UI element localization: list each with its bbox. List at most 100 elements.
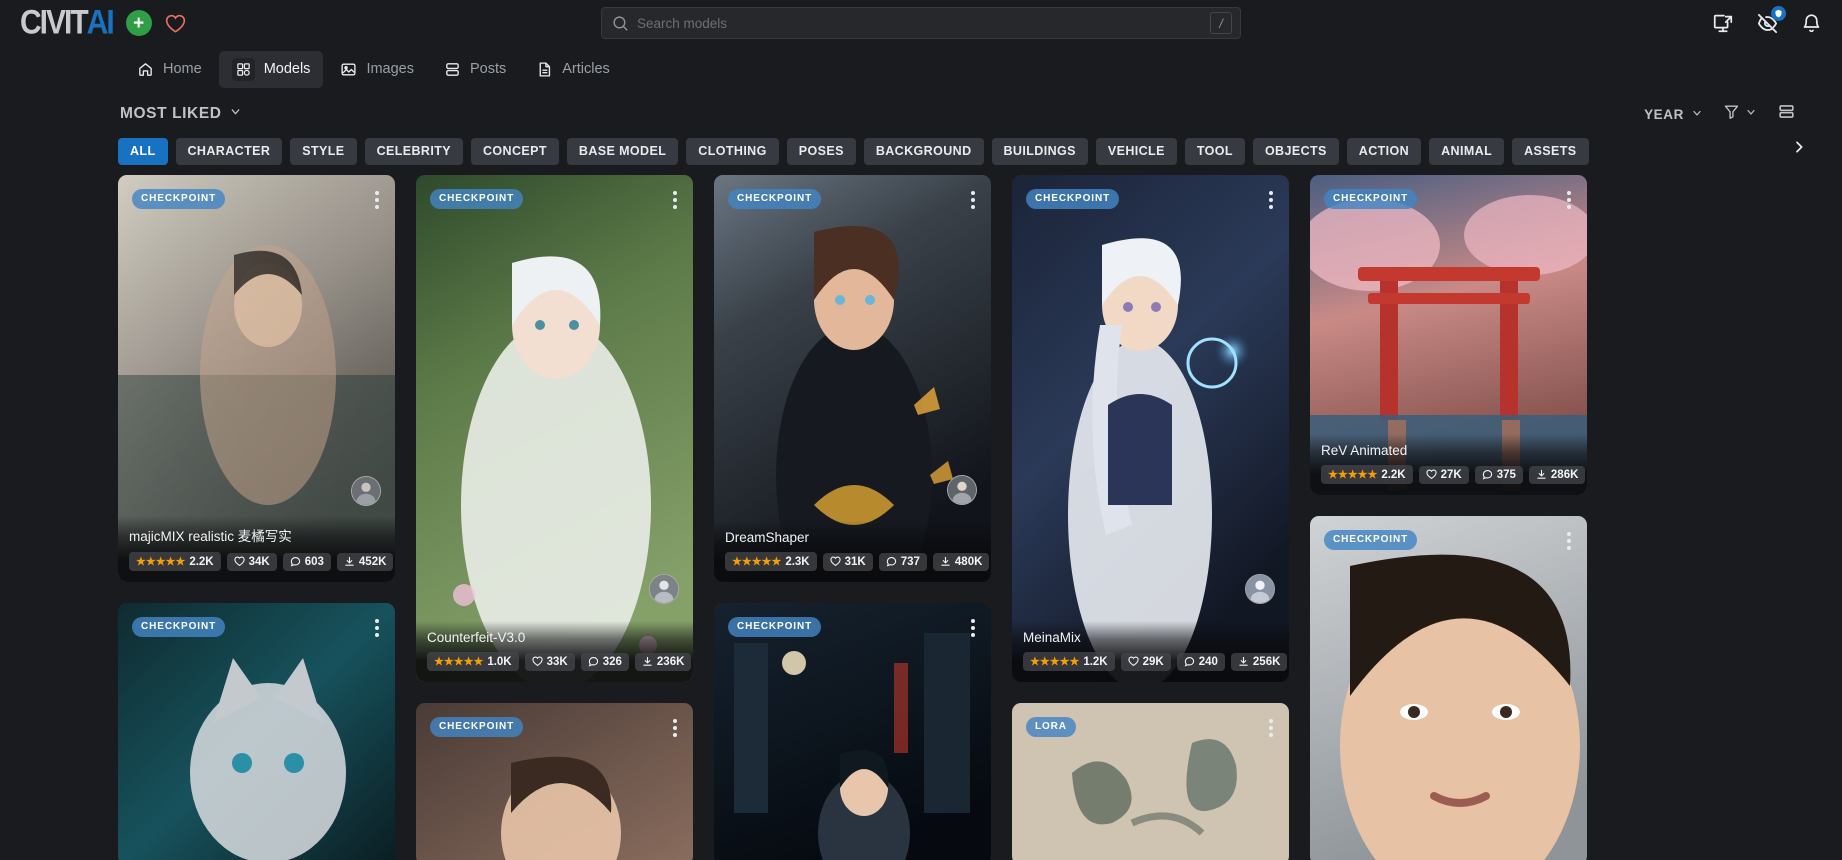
avatar[interactable] — [1245, 574, 1275, 604]
model-grid: CHECKPOINT majicMIX realistic 麦橘写实 ★★★★★… — [0, 175, 1842, 860]
search-input[interactable] — [637, 15, 1202, 31]
nav-tab-images[interactable]: Images — [327, 54, 427, 85]
category-chip-concept[interactable]: CONCEPT — [471, 138, 559, 165]
more-options-icon[interactable] — [1563, 528, 1575, 554]
nav-tab-models[interactable]: Models — [218, 50, 324, 88]
category-chip-background[interactable]: BACKGROUND — [863, 138, 984, 165]
download-icon — [344, 556, 355, 567]
avatar[interactable] — [649, 574, 679, 604]
more-options-icon[interactable] — [967, 187, 979, 213]
heart-icon — [829, 556, 841, 567]
more-options-icon[interactable] — [669, 715, 681, 741]
home-icon — [137, 61, 154, 78]
likes-stat: 29K — [1120, 652, 1171, 671]
likes-count: 31K — [844, 555, 866, 568]
category-chip-objects[interactable]: OBJECTS — [1252, 138, 1339, 165]
likes-stat: 33K — [524, 652, 575, 671]
downloads-stat: 256K — [1230, 652, 1288, 671]
category-filter-bar: ALL CHARACTER STYLE CELEBRITY CONCEPT BA… — [0, 130, 1842, 175]
more-options-icon[interactable] — [371, 187, 383, 213]
search-box[interactable]: / — [601, 7, 1241, 39]
model-card-meinamix[interactable]: CHECKPOINT MeinaMix ★★★★★ 1.2K 29K 240 2… — [1012, 175, 1289, 682]
nav-tab-articles-label: Articles — [562, 61, 610, 77]
category-chip-celebrity[interactable]: CELEBRITY — [364, 138, 463, 165]
more-options-icon[interactable] — [1563, 187, 1575, 213]
category-chip-action[interactable]: ACTION — [1346, 138, 1422, 165]
more-options-icon[interactable] — [1265, 715, 1277, 741]
model-title: MeinaMix — [1023, 630, 1081, 645]
rating-count: 1.0K — [487, 655, 512, 668]
category-chip-character[interactable]: CHARACTER — [175, 138, 283, 165]
comments-count: 603 — [304, 555, 324, 568]
comment-icon — [1184, 656, 1195, 667]
nav-tab-posts[interactable]: Posts — [431, 54, 519, 85]
create-button[interactable]: + — [125, 10, 152, 36]
filter-button[interactable] — [1723, 103, 1757, 125]
comment-icon — [290, 556, 301, 567]
model-card-image — [714, 603, 991, 860]
rating-count: 2.3K — [785, 555, 810, 568]
category-chip-assets[interactable]: ASSETS — [1512, 138, 1589, 165]
category-chip-buildings[interactable]: BUILDINGS — [991, 138, 1088, 165]
search-icon — [612, 15, 629, 32]
more-options-icon[interactable] — [967, 615, 979, 641]
period-selector[interactable]: YEAR — [1644, 107, 1703, 122]
top-actions — [1712, 5, 1822, 35]
category-chip-base-model[interactable]: BASE MODEL — [566, 138, 679, 165]
category-chip-tool[interactable]: TOOL — [1184, 138, 1245, 165]
sort-selector[interactable]: MOST LIKED — [120, 105, 242, 123]
model-card-8[interactable]: CHECKPOINT — [714, 603, 991, 860]
category-chip-poses[interactable]: POSES — [786, 138, 856, 165]
avatar[interactable] — [947, 475, 977, 505]
model-card-6[interactable]: CHECKPOINT — [118, 603, 395, 860]
layout-toggle-button[interactable] — [1777, 102, 1796, 126]
more-options-icon[interactable] — [371, 615, 383, 641]
category-chip-style[interactable]: STYLE — [290, 138, 357, 165]
star-icon: ★★★★★ — [732, 556, 782, 568]
nav-tab-home-label: Home — [163, 61, 202, 77]
category-chip-vehicle[interactable]: VEHICLE — [1095, 138, 1177, 165]
model-type-badge: CHECKPOINT — [132, 189, 226, 209]
notifications-button[interactable] — [1801, 13, 1822, 34]
category-chip-clothing[interactable]: CLOTHING — [686, 138, 779, 165]
model-type-badge: CHECKPOINT — [1324, 530, 1418, 550]
rating-count: 1.2K — [1083, 655, 1108, 668]
chevron-down-icon — [1745, 105, 1757, 123]
heart-icon — [1425, 469, 1437, 480]
star-icon: ★★★★★ — [1328, 469, 1378, 481]
main-nav: Home Models Images Posts Articles — [0, 46, 1842, 92]
model-card-majicmix[interactable]: CHECKPOINT majicMIX realistic 麦橘写实 ★★★★★… — [118, 175, 395, 582]
model-card-counterfeit[interactable]: CHECKPOINT Counterfeit-V3.0 ★★★★★ 1.0K 3… — [416, 175, 693, 682]
rating-count: 2.2K — [189, 555, 214, 568]
toolbar-right: YEAR — [1644, 102, 1796, 126]
downloads-count: 236K — [656, 655, 685, 668]
hidden-content-toggle[interactable] — [1756, 5, 1786, 35]
avatar[interactable] — [351, 476, 381, 506]
download-icon — [940, 556, 951, 567]
civitai-logo[interactable]: CIVIT AI — [20, 5, 115, 40]
favorites-button[interactable] — [165, 14, 186, 33]
heart-icon — [233, 556, 245, 567]
model-stats: ★★★★★ 1.0K 33K 326 236K — [427, 652, 692, 671]
model-card-revanimated[interactable]: CHECKPOINT ReV Animated ★★★★★ 2.2K 27K 3 — [1310, 175, 1587, 495]
downloads-count: 256K — [1252, 655, 1281, 668]
model-card-footer: majicMIX realistic 麦橘写实 ★★★★★ 2.2K 34K 6… — [118, 516, 395, 582]
chevron-right-icon[interactable] — [1786, 139, 1812, 159]
model-card-7[interactable]: CHECKPOINT — [416, 703, 693, 860]
model-card-9[interactable]: LORA — [1012, 703, 1289, 860]
downloads-count: 286K — [1550, 468, 1579, 481]
more-options-icon[interactable] — [1265, 187, 1277, 213]
screen-share-icon[interactable] — [1712, 12, 1734, 34]
category-chip-all[interactable]: ALL — [118, 138, 168, 165]
bell-icon — [1803, 13, 1820, 32]
model-card-image — [118, 603, 395, 860]
model-card-10[interactable]: CHECKPOINT — [1310, 516, 1587, 860]
model-type-badge: CHECKPOINT — [1324, 189, 1418, 209]
nav-tab-articles[interactable]: Articles — [523, 54, 623, 85]
category-chip-animal[interactable]: ANIMAL — [1429, 138, 1505, 165]
more-options-icon[interactable] — [669, 187, 681, 213]
model-title: majicMIX realistic 麦橘写实 — [129, 529, 292, 544]
model-card-dreamshaper[interactable]: CHECKPOINT DreamShaper ★★★★★ 2.3K 31K 73… — [714, 175, 991, 582]
comments-count: 737 — [900, 555, 920, 568]
nav-tab-home[interactable]: Home — [124, 54, 215, 85]
